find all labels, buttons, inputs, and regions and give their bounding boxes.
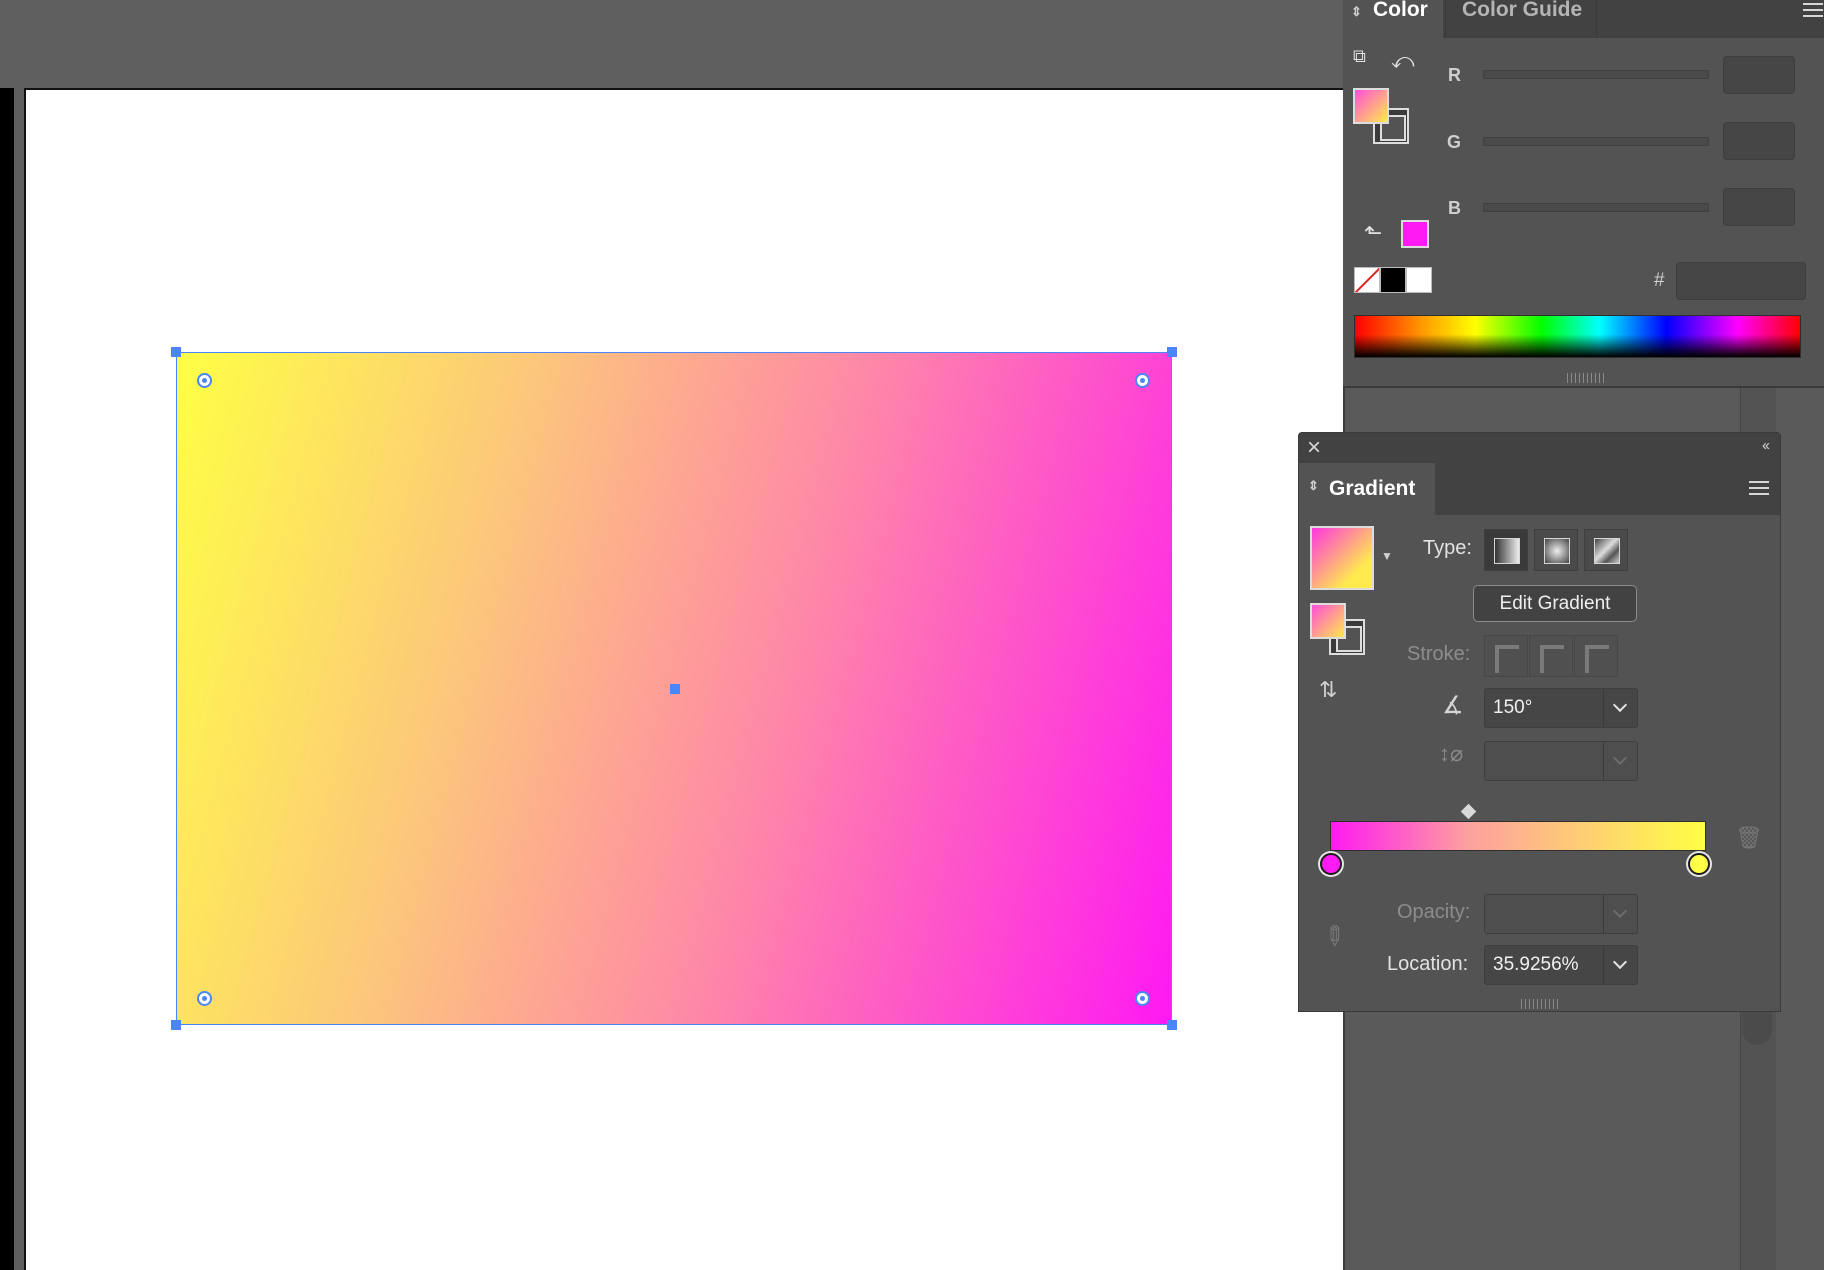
color-panel-tabbar: ⇕ Color Color Guide [1343,0,1824,38]
color-panel-resize-grip[interactable] [1567,373,1605,383]
black-swatch[interactable] [1380,267,1406,293]
gradient-preview-swatch[interactable] [1310,526,1374,590]
gradient-panel: × ‹‹ ⇕ Gradient ▼ ⇅ Type: Edit Gradient … [1298,432,1781,1012]
corner-widget-top-left[interactable] [197,373,212,388]
selection-handle-top-right[interactable] [1167,347,1177,357]
chevron-down-icon[interactable] [1603,946,1637,984]
b-channel-input[interactable] [1723,188,1795,226]
angle-icon: ∡ [1442,692,1464,719]
white-swatch[interactable] [1406,267,1432,293]
location-value: 35.9256% [1493,954,1579,975]
close-icon[interactable]: × [1307,434,1321,462]
angle-value: 150° [1493,697,1533,718]
color-panel: ⇕ Color Color Guide ⧉ ⤺ R G B ⬑ # [1343,0,1824,388]
corner-widget-bottom-right[interactable] [1135,991,1150,1006]
tab-color-guide-label: Color Guide [1462,0,1583,21]
type-label: Type: [1423,537,1472,559]
hex-label: # [1654,270,1665,291]
hex-input[interactable] [1676,262,1806,300]
opacity-combobox[interactable] [1484,894,1638,934]
aspect-ratio-combobox[interactable] [1484,741,1638,781]
corner-widget-bottom-left[interactable] [197,991,212,1006]
tab-color-guide[interactable]: Color Guide [1445,0,1597,38]
out-of-gamut-icon[interactable]: ⬑ [1364,220,1382,246]
gradient-fill-swatch[interactable] [1310,603,1346,639]
gradient-panel-tabbar: ⇕ Gradient [1299,463,1780,515]
gradient-panel-menu-icon[interactable] [1749,481,1769,495]
chevron-down-icon[interactable] [1603,689,1637,727]
b-channel-slider[interactable] [1483,203,1709,212]
angle-combobox[interactable]: 150° [1484,688,1638,728]
corner-widget-top-right[interactable] [1135,373,1150,388]
stroke-label: Stroke: [1407,643,1471,665]
tab-gradient[interactable]: ⇕ Gradient [1299,463,1435,515]
selection-handle-top-left[interactable] [171,347,181,357]
stroke-within-button[interactable] [1484,635,1528,677]
collapse-panel-icon[interactable]: ‹‹ [1762,437,1770,454]
selection-handle-bottom-right[interactable] [1167,1020,1177,1030]
tab-collapse-arrows-icon[interactable]: ⇕ [1351,2,1362,22]
tab-gradient-label: Gradient [1329,477,1416,500]
gradient-midpoint-diamond[interactable] [1460,803,1477,820]
location-label: Location: [1387,953,1469,975]
r-channel-slider[interactable] [1483,70,1709,79]
tab-collapse-arrows-icon[interactable]: ⇕ [1308,478,1319,494]
center-point[interactable] [670,684,680,694]
chevron-down-icon[interactable] [1603,742,1637,780]
gradient-rectangle[interactable] [171,347,1177,1030]
gradient-panel-titlebar[interactable]: × ‹‹ [1299,433,1780,463]
fill-swatch[interactable] [1353,88,1389,124]
gradient-stop-magenta[interactable] [1320,853,1342,875]
gradient-panel-resize-grip[interactable] [1521,999,1559,1009]
stroke-across-button[interactable] [1574,635,1618,677]
r-channel-label: R [1448,65,1461,85]
gradient-slider[interactable] [1330,821,1706,851]
g-channel-slider[interactable] [1483,137,1709,146]
last-color-swatch[interactable] [1401,220,1429,248]
tab-color-label: Color [1373,0,1428,21]
b-channel-label: B [1448,198,1461,218]
reverse-gradient-icon[interactable]: ⇅ [1319,677,1337,703]
trash-icon[interactable]: 🗑 [1735,825,1763,851]
stroke-along-button[interactable] [1529,635,1573,677]
eyedropper-icon[interactable]: ✎ [1315,918,1353,955]
artboard[interactable] [24,88,1345,1270]
linear-gradient-button[interactable] [1484,529,1528,571]
chevron-down-icon[interactable] [1603,895,1637,933]
radial-gradient-button[interactable] [1534,529,1578,571]
freeform-gradient-button[interactable] [1584,529,1628,571]
opacity-label: Opacity: [1397,901,1471,923]
location-combobox[interactable]: 35.9256% [1484,945,1638,985]
edit-gradient-button[interactable]: Edit Gradient [1473,585,1637,622]
g-channel-input[interactable] [1723,122,1795,160]
chevron-down-icon[interactable]: ▼ [1381,549,1393,563]
r-channel-input[interactable] [1723,56,1795,94]
selection-handle-bottom-left[interactable] [171,1020,181,1030]
default-fill-stroke-icon[interactable]: ⧉ [1353,46,1366,67]
g-channel-label: G [1447,132,1462,152]
color-spectrum[interactable] [1354,315,1801,358]
aspect-ratio-icon: ↕⌀ [1439,741,1464,766]
gradient-stop-yellow[interactable] [1688,853,1710,875]
window-edge [0,88,14,1270]
none-swatch[interactable] [1354,267,1380,293]
color-panel-menu-icon[interactable] [1803,3,1823,17]
swap-fill-stroke-icon[interactable]: ⤺ [1391,48,1415,74]
tab-color[interactable]: ⇕ Color [1343,0,1443,38]
